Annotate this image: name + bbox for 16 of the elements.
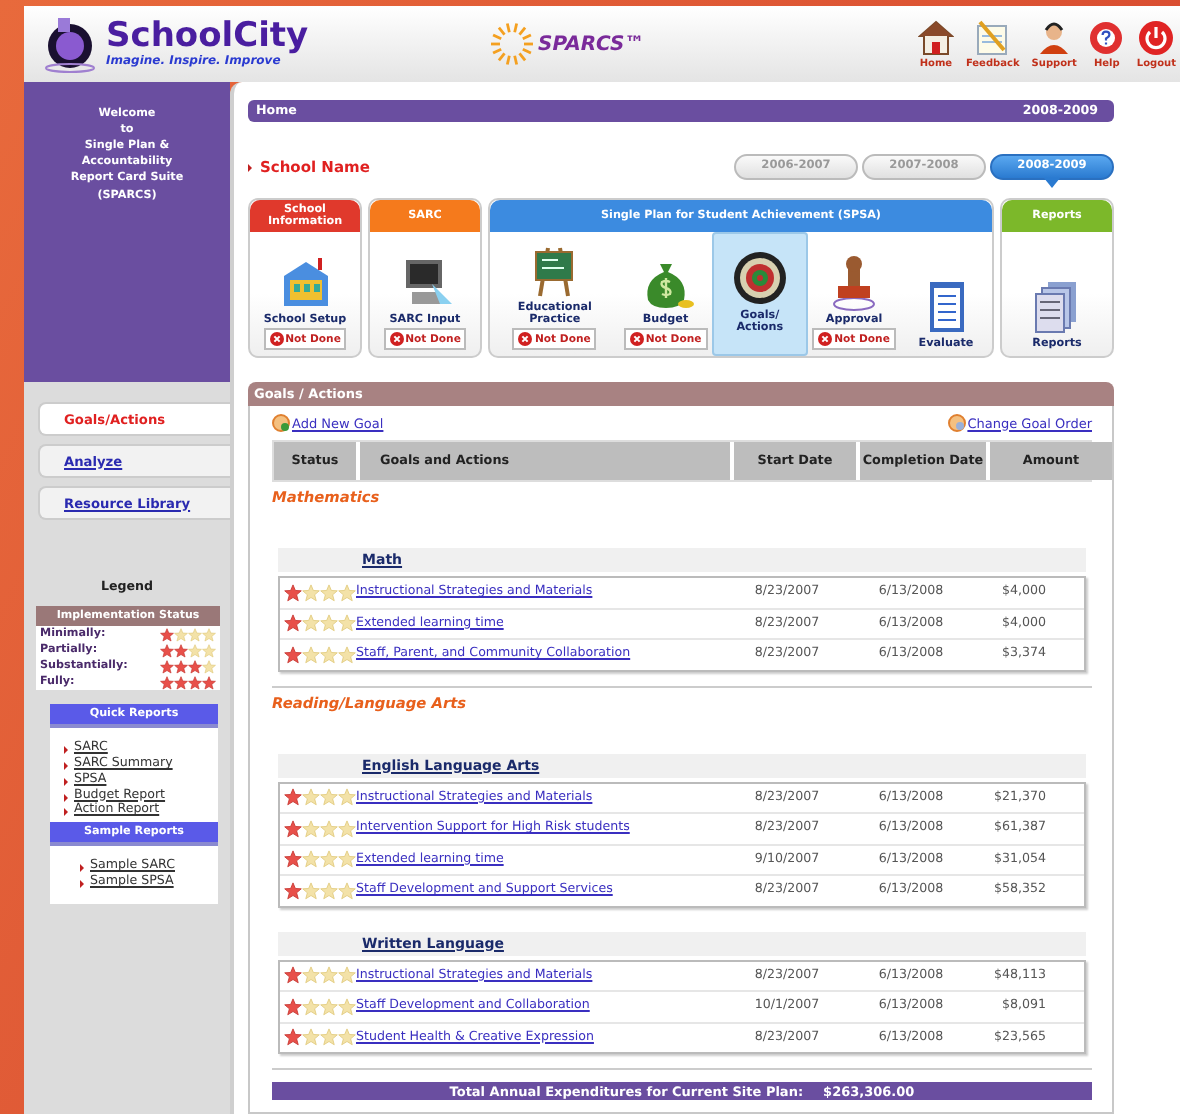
reorder-icon: [947, 414, 966, 432]
logo-icon: [40, 14, 100, 74]
error-icon: [818, 332, 833, 346]
logo-wordmark: SchoolCity: [106, 20, 309, 54]
help-icon: [1088, 19, 1125, 55]
add-icon: [272, 414, 290, 432]
error-icon: [269, 332, 284, 346]
product-title: SPARCS™: [538, 33, 645, 55]
house-icon: [917, 19, 954, 55]
error-icon: [629, 332, 644, 346]
sunburst-icon: [490, 22, 534, 66]
dartboard-icon: [729, 247, 790, 308]
error-icon: [389, 332, 404, 346]
error-icon: [518, 332, 533, 346]
notepad-icon: [974, 19, 1011, 55]
power-icon: [1138, 19, 1175, 55]
